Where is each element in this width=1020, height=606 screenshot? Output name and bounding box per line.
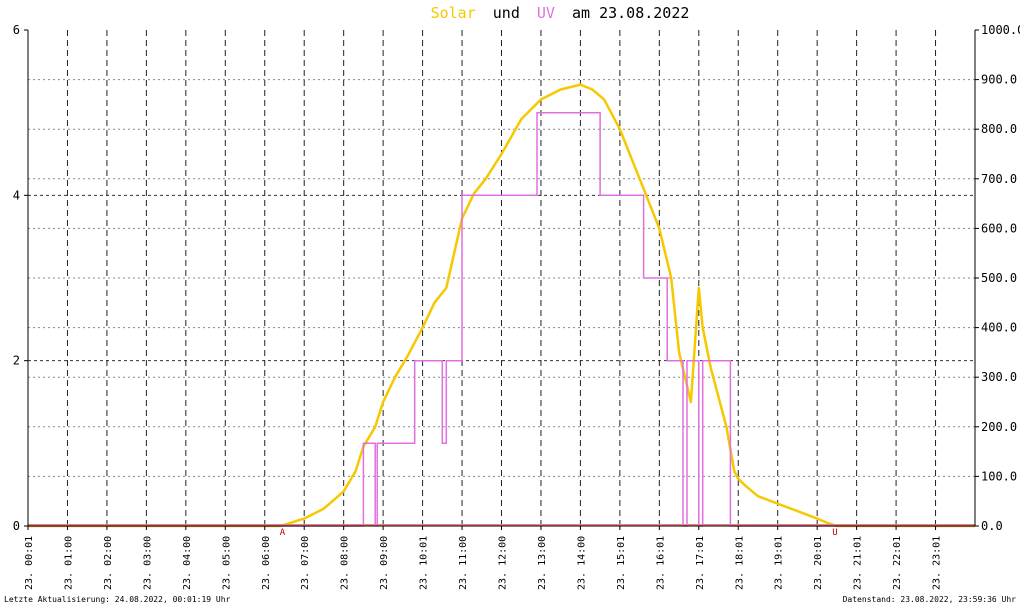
x-tick-label: 23. 12:00 [498, 536, 509, 590]
x-tick-label: 23. 17:01 [695, 536, 706, 590]
right-tick-label: 900.0 [981, 73, 1017, 87]
title-und: und [493, 4, 520, 22]
footer-data-status: Datenstand: 23.08.2022, 23:59:36 Uhr [842, 595, 1016, 604]
right-tick-label: 700.0 [981, 172, 1017, 186]
tick-labels: 0 2 4 6 0.0 100.0 200.0 300.0 400.0 500.0 600.0 700… [13, 23, 1020, 590]
x-tick-label: 23. 20:01 [813, 536, 824, 590]
right-tick-label: 400.0 [981, 321, 1017, 335]
x-tick-label: 23. 10:01 [419, 536, 430, 590]
x-tick-label: 23. 08:00 [340, 536, 351, 590]
x-tick-label: 23. 14:00 [576, 536, 587, 590]
x-tick-label: 23. 23:01 [932, 536, 943, 590]
right-tick-label: 200.0 [981, 420, 1017, 434]
right-tick-label: 300.0 [981, 370, 1017, 384]
title-date: am 23.08.2022 [572, 4, 689, 22]
x-tick-label: 23. 03:00 [142, 536, 153, 590]
title-solar: Solar [431, 4, 476, 22]
left-tick-label: 0 [13, 519, 20, 533]
chart-title: Solar und UV am 23.08.2022 [431, 4, 690, 22]
footer-last-update: Letzte Aktualisierung: 24.08.2022, 00:01… [4, 595, 231, 604]
left-tick-label: 2 [13, 354, 20, 368]
x-tick-label: 23. 18:01 [734, 536, 745, 590]
sunset-marker: U [832, 528, 837, 538]
x-tick-label: 23. 11:00 [458, 536, 469, 590]
right-tick-label: 0.0 [981, 519, 1003, 533]
right-tick-label: 100.0 [981, 469, 1017, 483]
left-tick-label: 4 [13, 188, 20, 202]
right-tick-label: 800.0 [981, 122, 1017, 136]
x-tick-label: 23. 04:00 [182, 536, 193, 590]
title-uv: UV [537, 4, 555, 22]
x-tick-label: 23. 07:00 [300, 536, 311, 590]
right-tick-label: 600.0 [981, 221, 1017, 235]
x-tick-label: 23. 16:01 [655, 536, 666, 590]
solar-uv-chart: Solar und UV am 23.08.2022 0 2 4 6 0.0 100.0 2… [13, 4, 1020, 590]
x-tick-label: 23. 19:01 [774, 536, 785, 590]
x-tick-label: 23. 05:00 [221, 536, 232, 590]
x-tick-label: 23. 06:00 [261, 536, 272, 590]
x-tick-label: 23. 13:00 [537, 536, 548, 590]
x-tick-label: 23. 15:01 [616, 536, 627, 590]
x-tick-label: 23. 02:00 [103, 536, 114, 590]
left-tick-label: 6 [13, 23, 20, 37]
right-tick-label: 1000.0 [981, 23, 1020, 37]
x-tick-label: 23. 09:00 [379, 536, 390, 590]
x-tick-label: 23. 00:01 [24, 536, 35, 590]
grid [28, 30, 975, 526]
x-tick-label: 23. 22:01 [892, 536, 903, 590]
x-tick-label: 23. 21:01 [853, 536, 864, 590]
sunrise-marker: A [280, 528, 286, 538]
x-tick-label: 23. 01:00 [63, 536, 74, 590]
right-tick-label: 500.0 [981, 271, 1017, 285]
